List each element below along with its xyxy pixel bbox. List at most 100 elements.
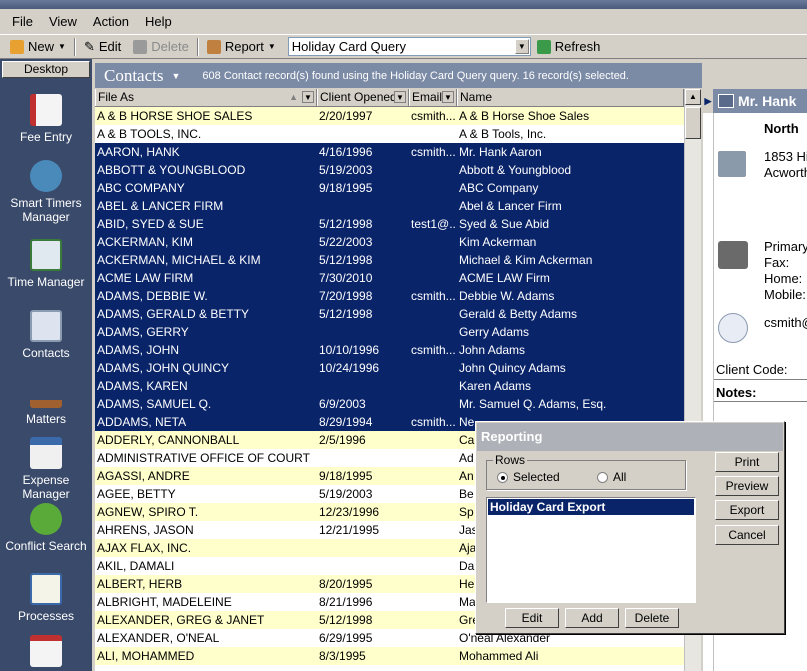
grid-header: File As ▲ ▼ Client Opened ▼ Email ▼ Name <box>95 89 684 107</box>
sidebar-item-calendar[interactable] <box>0 635 92 671</box>
desktop-tab[interactable]: Desktop <box>2 61 90 78</box>
radio-dot[interactable] <box>597 471 608 483</box>
sidebar-item-smart-timers[interactable]: Smart Timers Manager <box>0 160 92 224</box>
cell-file-as: ADDAMS, NETA <box>97 415 187 429</box>
filter-dropdown-icon[interactable]: ▼ <box>442 91 454 103</box>
menu-file[interactable]: File <box>4 14 41 29</box>
table-row[interactable]: ADAMS, JOHN QUINCY 10/24/1996 John Quincy … <box>95 359 684 377</box>
cell-file-as: ALI, MOHAMMED <box>97 649 195 663</box>
column-email[interactable]: Email ▼ <box>409 89 457 106</box>
add-report-button[interactable]: Add <box>565 608 619 628</box>
sidebar-item-label: Fee Entry <box>19 130 73 144</box>
cell-name: Abel & Lancer Firm <box>459 199 562 213</box>
sidebar-item-time-manager[interactable]: Time Manager <box>0 239 92 289</box>
column-file-as[interactable]: File As ▲ ▼ <box>95 89 317 106</box>
table-row[interactable]: ACKERMAN, MICHAEL & KIM 5/12/1998 Michael … <box>95 251 684 269</box>
table-row[interactable]: ADAMS, SAMUEL Q. 6/9/2003 Mr. Samuel Q. Ad… <box>95 395 684 413</box>
column-name[interactable]: Name <box>457 89 684 106</box>
cell-email <box>409 269 457 287</box>
page-title[interactable]: Contacts <box>104 66 164 86</box>
refresh-button[interactable]: Refresh <box>531 36 607 58</box>
edit-button[interactable]: ✎ Edit <box>78 36 127 58</box>
cell-opened: 7/20/1998 <box>319 289 373 303</box>
table-row[interactable]: ADAMS, GERRY Gerry Adams <box>95 323 684 341</box>
cell-opened: 4/16/1996 <box>319 145 373 159</box>
cell-opened <box>317 377 409 395</box>
table-row[interactable]: A & B TOOLS, INC. A & B Tools, Inc. <box>95 125 684 143</box>
table-row[interactable]: ABID, SYED & SUE 5/12/1998 test1@... Syed &… <box>95 215 684 233</box>
cell-email <box>409 485 457 503</box>
record-count-info: 608 Contact record(s) found using the Ho… <box>202 69 629 82</box>
query-select[interactable]: Holiday Card Query ▼ <box>287 37 531 56</box>
chevron-down-icon[interactable]: ▼ <box>514 39 529 54</box>
collapse-arrow-icon[interactable]: ▶ <box>703 89 713 113</box>
sort-ascending-icon: ▲ <box>289 92 298 102</box>
cell-opened <box>317 197 409 215</box>
delete-report-button[interactable]: Delete <box>625 608 679 628</box>
chevron-down-icon[interactable]: ▼ <box>172 71 181 81</box>
column-client-opened[interactable]: Client Opened ▼ <box>317 89 409 106</box>
sidebar-item-expense-manager[interactable]: Expense Manager <box>0 437 92 501</box>
filter-dropdown-icon[interactable]: ▼ <box>302 91 314 103</box>
table-row[interactable]: ADAMS, DEBBIE W. 7/20/1998 csmith... Debbie… <box>95 287 684 305</box>
table-row[interactable]: ADAMS, JOHN 10/10/1996 csmith... John Adams <box>95 341 684 359</box>
cell-name: Mohammed Ali <box>459 649 539 663</box>
cell-name: ABC Company <box>459 181 539 195</box>
print-button[interactable]: Print <box>715 452 779 472</box>
sidebar-item-matters[interactable]: Matters <box>0 376 92 426</box>
filter-dropdown-icon[interactable]: ▼ <box>394 91 406 103</box>
list-item[interactable]: Holiday Card Export <box>488 499 694 515</box>
cell-email <box>409 305 457 323</box>
menu-view[interactable]: View <box>41 14 85 29</box>
sidebar-item-fee-entry[interactable]: Fee Entry <box>0 94 92 144</box>
cell-file-as: ADAMS, KAREN <box>97 379 188 393</box>
scroll-up-arrow-icon[interactable]: ▲ <box>685 89 701 105</box>
cell-name: John Quincy Adams <box>459 361 566 375</box>
cell-email: csmith... <box>411 109 456 123</box>
cell-opened <box>317 125 409 143</box>
report-button[interactable]: Report ▼ <box>201 36 282 58</box>
radio-dot-checked[interactable] <box>497 471 508 483</box>
phone-icon <box>718 241 748 269</box>
detail-address-line2: Acworth <box>764 165 807 180</box>
sidebar-item-contacts[interactable]: Contacts <box>0 310 92 360</box>
table-row[interactable]: A & B HORSE SHOE SALES 2/20/1997 csmith...… <box>95 107 684 125</box>
chevron-down-icon[interactable]: ▼ <box>58 42 66 51</box>
menu-action[interactable]: Action <box>85 14 137 29</box>
export-button[interactable]: Export <box>715 500 779 520</box>
sidebar-item-conflict-search[interactable]: Conflict Search <box>0 503 92 553</box>
delete-icon <box>133 39 148 54</box>
scrollbar-thumb[interactable] <box>685 107 701 139</box>
table-row[interactable]: ABEL & LANCER FIRM Abel & Lancer Firm <box>95 197 684 215</box>
column-label: Email <box>412 90 443 104</box>
table-row[interactable]: ACME LAW FIRM 7/30/2010 ACME LAW Firm <box>95 269 684 287</box>
table-row[interactable]: ABC COMPANY 9/18/1995 ABC Company <box>95 179 684 197</box>
detail-notes-label: Notes: <box>716 385 757 400</box>
menu-help[interactable]: Help <box>137 14 180 29</box>
edit-label: Edit <box>98 39 122 54</box>
radio-all[interactable]: All <box>597 470 626 484</box>
delete-button[interactable]: Delete <box>127 36 195 58</box>
cell-file-as: ADAMS, GERALD & BETTY <box>97 307 250 321</box>
table-row[interactable]: ADAMS, KAREN Karen Adams <box>95 377 684 395</box>
pencil-icon: ✎ <box>83 38 95 54</box>
detail-email-link[interactable]: csmith@ <box>764 315 807 330</box>
table-row[interactable]: ACKERMAN, KIM 5/22/2003 Kim Ackerman <box>95 233 684 251</box>
table-row[interactable]: ADAMS, GERALD & BETTY 5/12/1998 Gerald & B… <box>95 305 684 323</box>
column-label: Client Opened <box>320 90 397 104</box>
cell-file-as: A & B HORSE SHOE SALES <box>97 109 253 123</box>
detail-home-label: Home: <box>764 271 803 286</box>
sidebar-item-label: Smart Timers Manager <box>10 196 82 224</box>
cancel-button[interactable]: Cancel <box>715 525 779 545</box>
table-row[interactable]: ALI, MOHAMMED 8/3/1995 Mohammed Ali <box>95 647 684 665</box>
preview-button[interactable]: Preview <box>715 476 779 496</box>
edit-report-button[interactable]: Edit <box>505 608 559 628</box>
cell-file-as: AJAX FLAX, INC. <box>97 541 192 555</box>
dialog-title: Reporting <box>477 423 783 451</box>
table-row[interactable]: AARON, HANK 4/16/1996 csmith... Mr. Hank Aa… <box>95 143 684 161</box>
table-row[interactable]: ABBOTT & YOUNGBLOOD 5/19/2003 Abbott & You… <box>95 161 684 179</box>
sidebar-item-processes[interactable]: Processes <box>0 573 92 623</box>
new-button[interactable]: New ▼ <box>4 36 72 58</box>
radio-selected[interactable]: Selected <box>497 470 560 484</box>
report-listbox[interactable]: Holiday Card Export <box>486 497 696 603</box>
